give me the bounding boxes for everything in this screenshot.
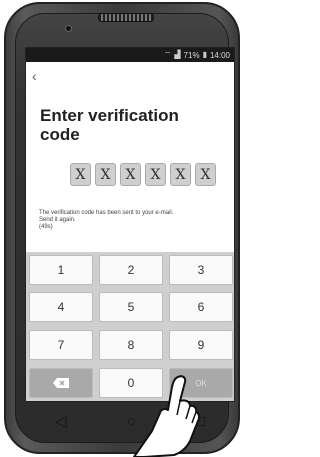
battery-icon: ▮ (202, 50, 207, 59)
code-digit-2[interactable]: X (95, 163, 116, 186)
code-digit-4[interactable]: X (145, 163, 166, 186)
key-8[interactable]: 8 (99, 330, 163, 360)
delete-button[interactable] (29, 368, 93, 398)
screen: ⌔ ▟ 71% ▮ 14:00 ‹ Enter verification cod… (25, 47, 235, 402)
key-4[interactable]: 4 (29, 292, 93, 322)
backspace-icon (53, 378, 69, 388)
countdown-timer: (49s) (39, 224, 53, 230)
status-time: 14:00 (209, 50, 230, 60)
pointing-hand-icon (133, 375, 200, 457)
key-3[interactable]: 3 (169, 255, 233, 285)
speaker-grille (98, 13, 154, 22)
verification-message: The verification code has been sent to y… (39, 210, 229, 231)
key-2[interactable]: 2 (99, 255, 163, 285)
key-5[interactable]: 5 (99, 292, 163, 322)
triangle-back-icon[interactable]: ◁ (55, 412, 67, 430)
code-digit-5[interactable]: X (170, 163, 191, 186)
code-digit-3[interactable]: X (120, 163, 141, 186)
code-digit-6[interactable]: X (195, 163, 216, 186)
battery-percent: 71% (183, 50, 200, 60)
code-digit-1[interactable]: X (70, 163, 91, 186)
front-camera (65, 25, 72, 32)
page-title: Enter verification code (40, 106, 179, 144)
signal-icon: ▟ (174, 50, 181, 59)
key-6[interactable]: 6 (169, 292, 233, 322)
key-7[interactable]: 7 (29, 330, 93, 360)
status-bar: ⌔ ▟ 71% ▮ 14:00 (26, 48, 234, 62)
send-again-link[interactable]: Send it again. (39, 217, 229, 224)
wifi-icon: ⌔ (163, 50, 172, 59)
key-1[interactable]: 1 (29, 255, 93, 285)
message-sent-text: The verification code has been sent to y… (39, 210, 174, 216)
key-9[interactable]: 9 (169, 330, 233, 360)
back-chevron-icon[interactable]: ‹ (32, 68, 37, 84)
